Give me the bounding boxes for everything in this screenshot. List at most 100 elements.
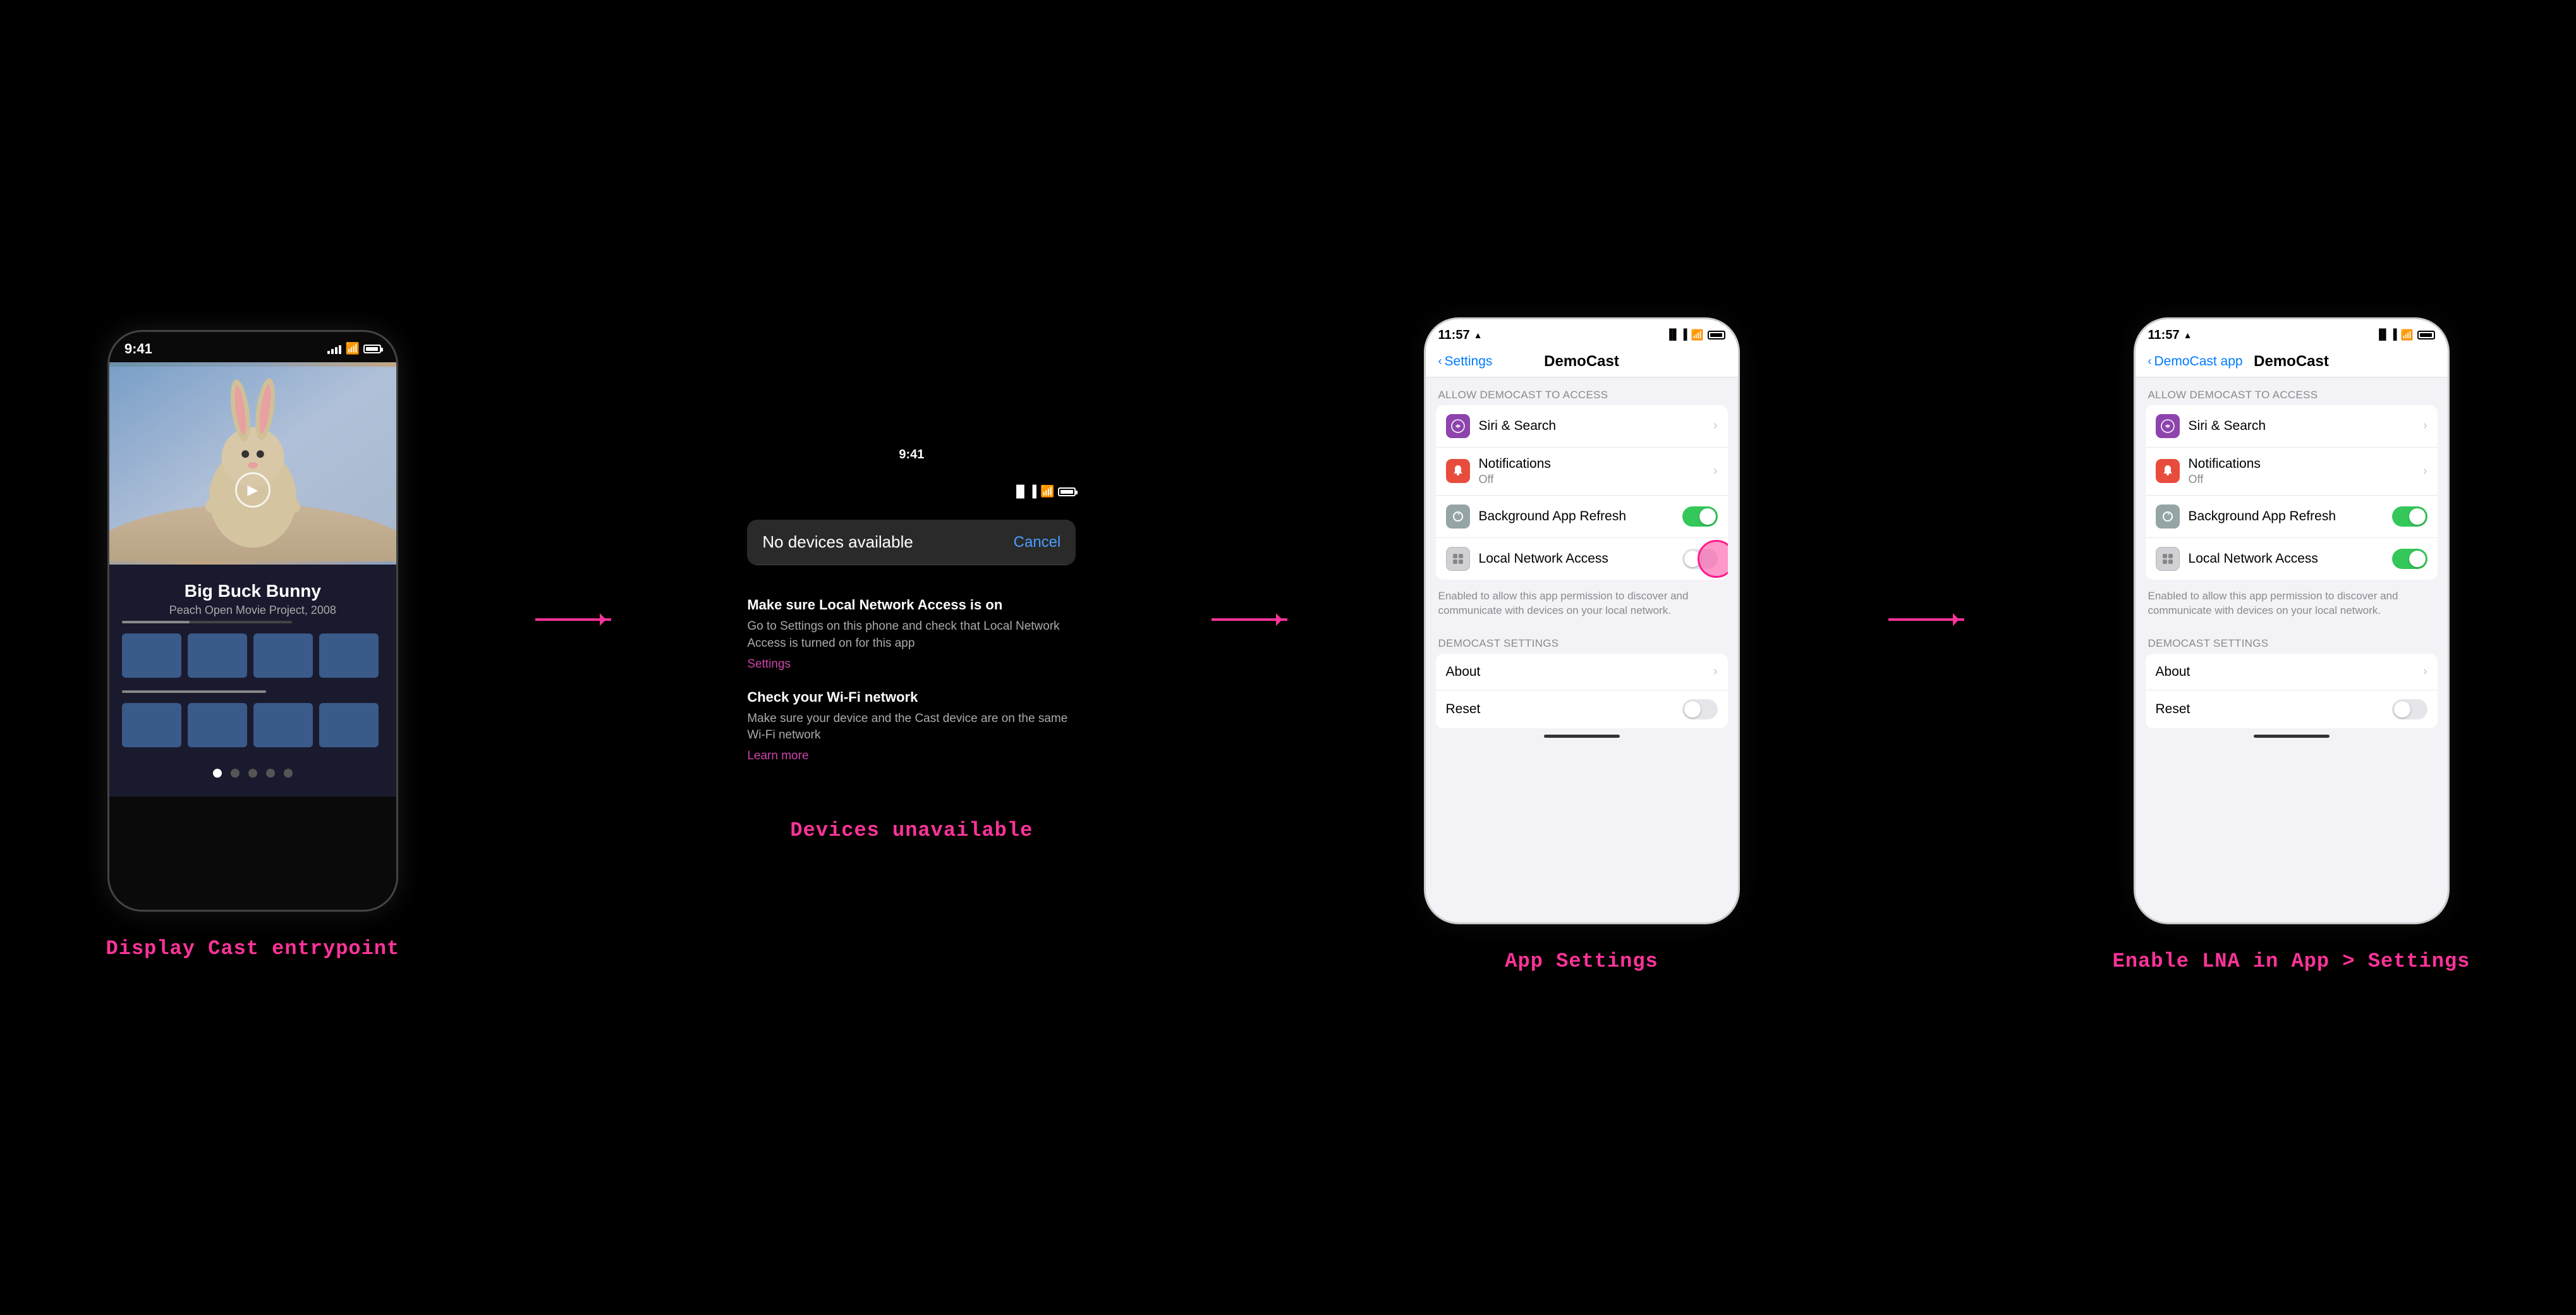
siri-row-4[interactable]: Siri & Search › (2146, 405, 2438, 448)
siri-row[interactable]: Siri & Search › (1436, 405, 1728, 448)
phone4-time: 11:57 (2148, 328, 2180, 343)
about-label: About (1446, 664, 1713, 680)
lna-content: Local Network Access (1479, 551, 1682, 566)
phone4-status-bar: 11:57 ▲ ▐▌▐ 📶 (2136, 319, 2448, 348)
bg-refresh-row-4[interactable]: Background App Refresh (2146, 496, 2438, 538)
thumbnail-item[interactable] (188, 633, 247, 678)
signal-bars-icon: ▐▌▐ (1012, 485, 1036, 498)
bg-refresh-right-4 (2392, 506, 2427, 527)
back-button-4[interactable]: ‹ DemoCast app (2148, 354, 2243, 369)
about-row[interactable]: About › (1436, 654, 1728, 690)
cancel-button[interactable]: Cancel (1014, 534, 1061, 551)
column-1: 9:41 📶 ☰ DemoCast ⬡ 👤 (106, 330, 400, 960)
notifications-right-4: › (2423, 464, 2427, 479)
arrow-line-3 (1888, 618, 1964, 621)
movie-subtitle: Peach Open Movie Project, 2008 (122, 604, 384, 617)
troubleshoot-section-2: Check your Wi-Fi network Make sure your … (747, 689, 1076, 763)
hero-image: ▶ (109, 362, 396, 565)
settings-list-app-4: About › Reset (2146, 654, 2438, 728)
bg-refresh-icon (1446, 505, 1470, 529)
phone3-time-area: 11:57 ▲ (1438, 328, 1483, 343)
dot-5 (284, 769, 293, 778)
reset-row[interactable]: Reset (1436, 690, 1728, 728)
lna-row[interactable]: Local Network Access (1436, 538, 1728, 580)
play-button[interactable]: ▶ (235, 472, 270, 508)
notifications-sublabel: Off (1479, 473, 1713, 486)
phone2-time-label: 9:41 (899, 448, 924, 462)
bell-svg (1451, 464, 1465, 478)
battery-icon (363, 345, 381, 353)
network-svg (1451, 552, 1465, 566)
thumbnail-item[interactable] (188, 703, 247, 747)
notifications-label: Notifications (1479, 456, 1713, 472)
caption-4: Enable LNA in App > Settings (2113, 950, 2470, 973)
thumbnail-item[interactable] (319, 703, 379, 747)
bg-refresh-toggle-4[interactable] (2392, 506, 2427, 527)
lna-row-4[interactable]: Local Network Access (2146, 538, 2438, 580)
phone1-content: Big Buck Bunny Peach Open Movie Project,… (109, 565, 396, 797)
troubleshoot-title-2: Check your Wi-Fi network (747, 689, 1076, 706)
phone4-nav: ‹ DemoCast app DemoCast (2136, 348, 2448, 377)
column-4: 11:57 ▲ ▐▌▐ 📶 ‹ DemoCast app DemoCast AL… (2113, 317, 2470, 973)
thumbnail-item[interactable] (253, 633, 313, 678)
home-indicator (1544, 735, 1620, 738)
troubleshoot-section-1: Make sure Local Network Access is on Go … (747, 597, 1076, 671)
learn-more-link[interactable]: Learn more (747, 749, 1076, 763)
notifications-content-4: Notifications Off (2189, 456, 2423, 486)
siri-content-4: Siri & Search (2189, 419, 2423, 434)
phone3-status-icons: ▐▌▐ 📶 (1666, 329, 1725, 341)
lna-label: Local Network Access (1479, 551, 1682, 566)
lna-toggle[interactable] (1682, 549, 1718, 569)
dot-3 (248, 769, 257, 778)
about-row-4[interactable]: About › (2146, 654, 2438, 690)
siri-svg-4 (2161, 419, 2175, 433)
notifications-sublabel-4: Off (2189, 473, 2423, 486)
page-title-3: DemoCast (1544, 353, 1619, 370)
wifi-icon: 📶 (345, 342, 359, 355)
arrow-2 (1212, 618, 1287, 621)
wifi-icon-4: 📶 (2401, 329, 2414, 341)
about-right-4: › (2423, 664, 2427, 679)
chevron-right-icon: › (2423, 419, 2427, 433)
progress-bar[interactable] (122, 621, 292, 623)
bell-svg-4 (2161, 464, 2175, 478)
thumbnail-row-1 (122, 633, 384, 678)
no-devices-label: No devices available (762, 532, 913, 552)
thumbnail-item[interactable] (253, 703, 313, 747)
dot-4 (266, 769, 275, 778)
refresh-svg-4 (2161, 510, 2175, 523)
siri-svg (1451, 419, 1465, 433)
page-title-4: DemoCast (2254, 353, 2329, 370)
troubleshoot-text-2: Make sure your device and the Cast devic… (747, 711, 1076, 744)
reset-right-4 (2392, 699, 2427, 719)
chevron-right-icon: › (1713, 419, 1718, 433)
back-label-3: Settings (1445, 354, 1493, 369)
signal-icon (327, 344, 341, 354)
arrow-line-2 (1212, 618, 1287, 621)
phone1-status-icons: 📶 (327, 342, 380, 355)
reset-toggle-4[interactable] (2392, 699, 2427, 719)
settings-link[interactable]: Settings (747, 658, 1076, 671)
about-right: › (1713, 664, 1718, 679)
back-button-3[interactable]: ‹ Settings (1438, 354, 1493, 369)
phone2-signal-area: ▐▌▐ 📶 (1012, 485, 1076, 498)
reset-toggle[interactable] (1682, 699, 1718, 719)
notifications-row-4[interactable]: Notifications Off › (2146, 448, 2438, 496)
section-settings-4: DEMOCAST SETTINGS (2136, 626, 2448, 654)
bg-refresh-toggle[interactable] (1682, 506, 1718, 527)
notifications-row[interactable]: Notifications Off › (1436, 448, 1728, 496)
reset-row-4[interactable]: Reset (2146, 690, 2438, 728)
wifi-icon-3: 📶 (1691, 329, 1704, 341)
settings-list-app: About › Reset (1436, 654, 1728, 728)
phone3-time: 11:57 (1438, 328, 1470, 343)
section-allow-3: ALLOW DEMOCAST TO ACCESS (1426, 377, 1738, 405)
thumbnail-item[interactable] (319, 633, 379, 678)
thumbnail-item[interactable] (122, 703, 181, 747)
column-2: 9:41 ▐▌▐ 📶 No devices available Cancel M… (747, 448, 1076, 841)
bg-refresh-row[interactable]: Background App Refresh (1436, 496, 1728, 538)
notifications-icon (1446, 459, 1470, 483)
lna-toggle-4[interactable] (2392, 549, 2427, 569)
dot-1 (213, 769, 222, 778)
thumbnail-item[interactable] (122, 633, 181, 678)
siri-icon (1446, 414, 1470, 438)
